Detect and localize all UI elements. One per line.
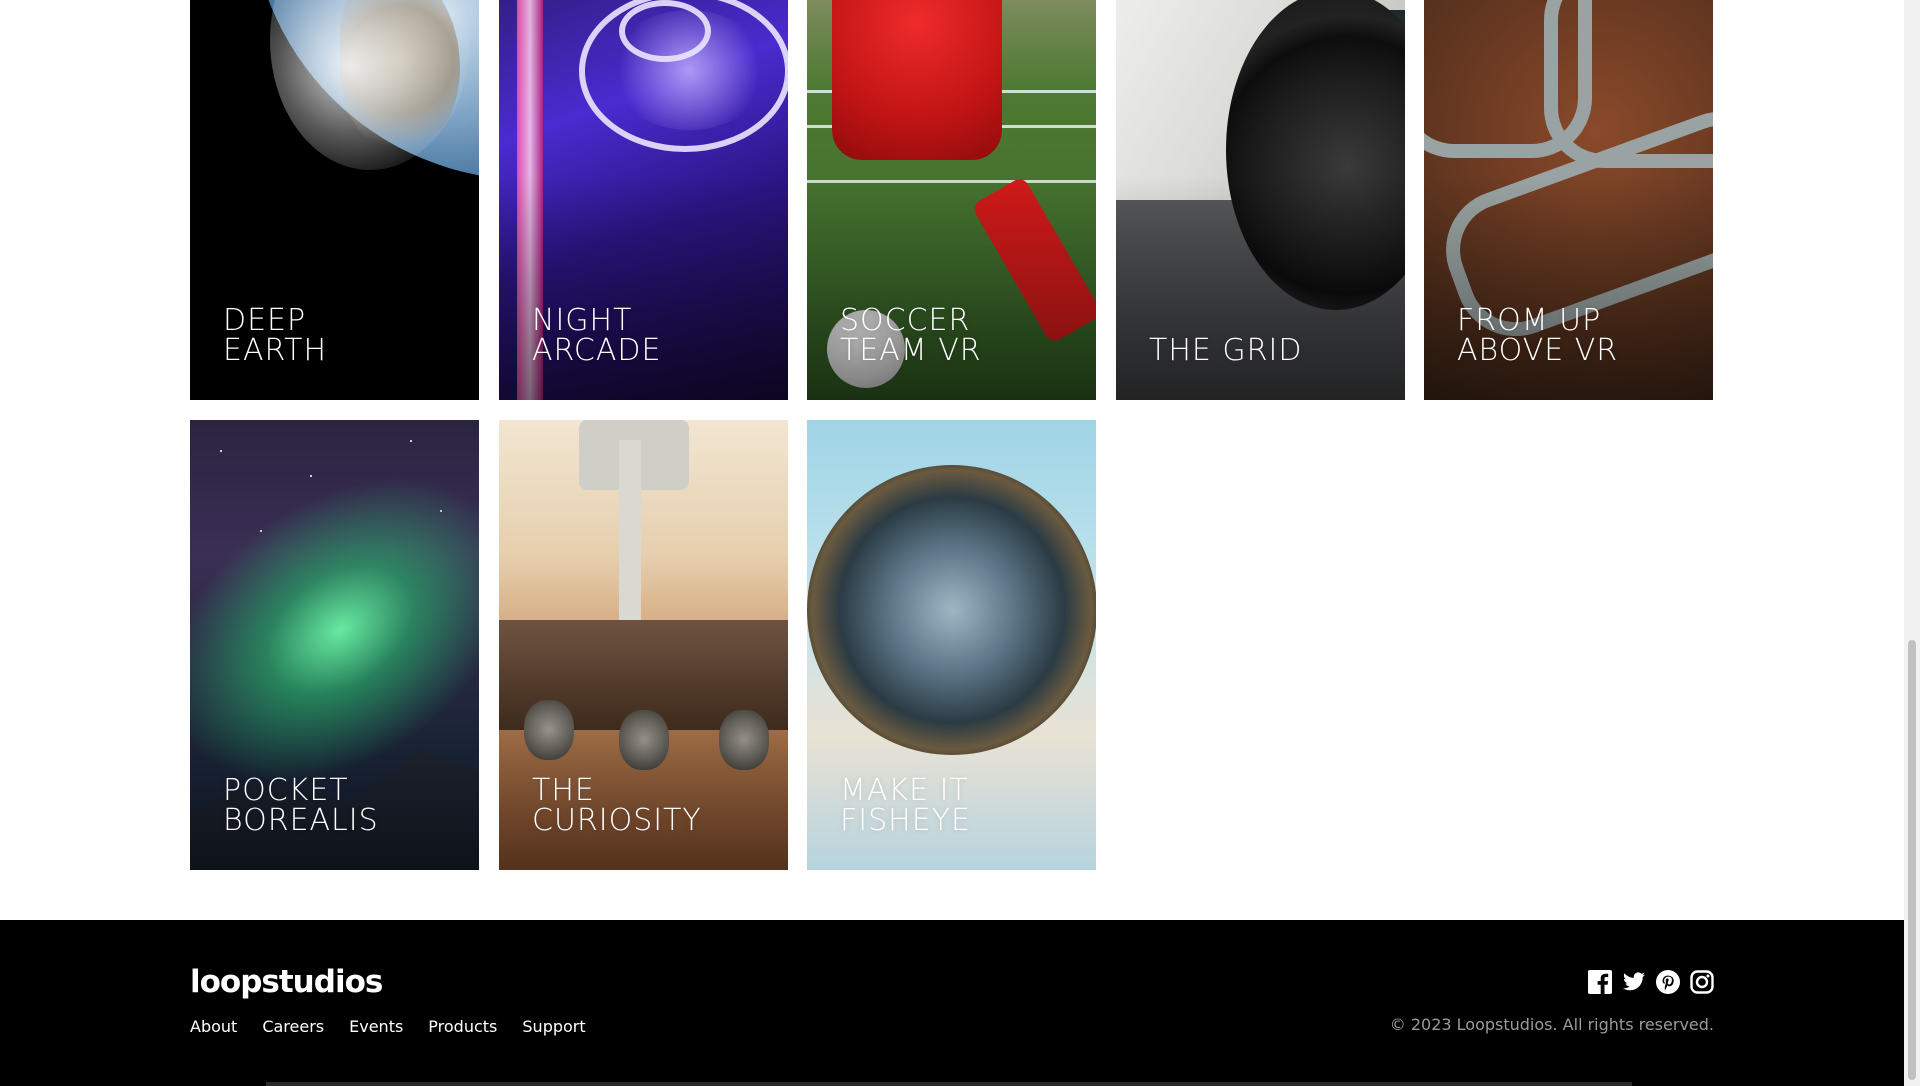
creation-card-make-it-fisheye[interactable]: Make It Fisheye <box>807 420 1096 870</box>
logo[interactable]: loopstudios <box>190 964 383 1000</box>
card-title: Deep Earth <box>223 303 328 368</box>
social-links <box>1588 970 1714 994</box>
footer-divider <box>266 1082 1632 1086</box>
footer-link-careers[interactable]: Careers <box>262 1017 324 1036</box>
footer: loopstudios About Careers Events Product… <box>0 920 1904 1086</box>
creation-card-from-up-above-vr[interactable]: From Up Above VR <box>1424 0 1713 400</box>
player-shirt <box>832 0 1002 160</box>
footer-link-events[interactable]: Events <box>349 1017 403 1036</box>
page: Deep Earth Night Arcade Soccer Team VR <box>0 0 1904 1086</box>
card-title: The Curiosity <box>532 773 702 838</box>
card-title: Soccer Team VR <box>840 303 982 368</box>
scrollbar-thumb[interactable] <box>1908 640 1916 1080</box>
footer-link-about[interactable]: About <box>190 1017 237 1036</box>
creation-card-pocket-borealis[interactable]: Pocket Borealis <box>190 420 479 870</box>
creation-card-the-grid[interactable]: The Grid <box>1116 0 1405 400</box>
card-title: Make It Fisheye <box>840 773 971 838</box>
card-title: From Up Above VR <box>1457 303 1619 368</box>
creation-card-deep-earth[interactable]: Deep Earth <box>190 0 479 400</box>
star <box>220 450 222 452</box>
footer-nav: About Careers Events Products Support <box>190 1017 586 1036</box>
fisheye-image <box>807 465 1096 755</box>
twitter-icon[interactable] <box>1622 970 1646 994</box>
pinterest-icon[interactable] <box>1656 970 1680 994</box>
scrollbar[interactable] <box>1904 0 1920 1086</box>
card-title: Night Arcade <box>532 303 662 368</box>
arcade-ring-inner <box>619 0 711 62</box>
facebook-icon[interactable] <box>1588 970 1612 994</box>
card-title: Pocket Borealis <box>223 773 379 838</box>
creation-card-the-curiosity[interactable]: The Curiosity <box>499 420 788 870</box>
instagram-icon[interactable] <box>1690 970 1714 994</box>
footer-link-products[interactable]: Products <box>428 1017 497 1036</box>
creation-card-soccer-team-vr[interactable]: Soccer Team VR <box>807 0 1096 400</box>
star <box>310 475 312 477</box>
copyright: © 2023 Loopstudios. All rights reserved. <box>1389 1015 1714 1034</box>
footer-link-support[interactable]: Support <box>522 1017 585 1036</box>
rover-mast <box>619 440 641 640</box>
card-title: The Grid <box>1149 333 1303 368</box>
creation-card-night-arcade[interactable]: Night Arcade <box>499 0 788 400</box>
